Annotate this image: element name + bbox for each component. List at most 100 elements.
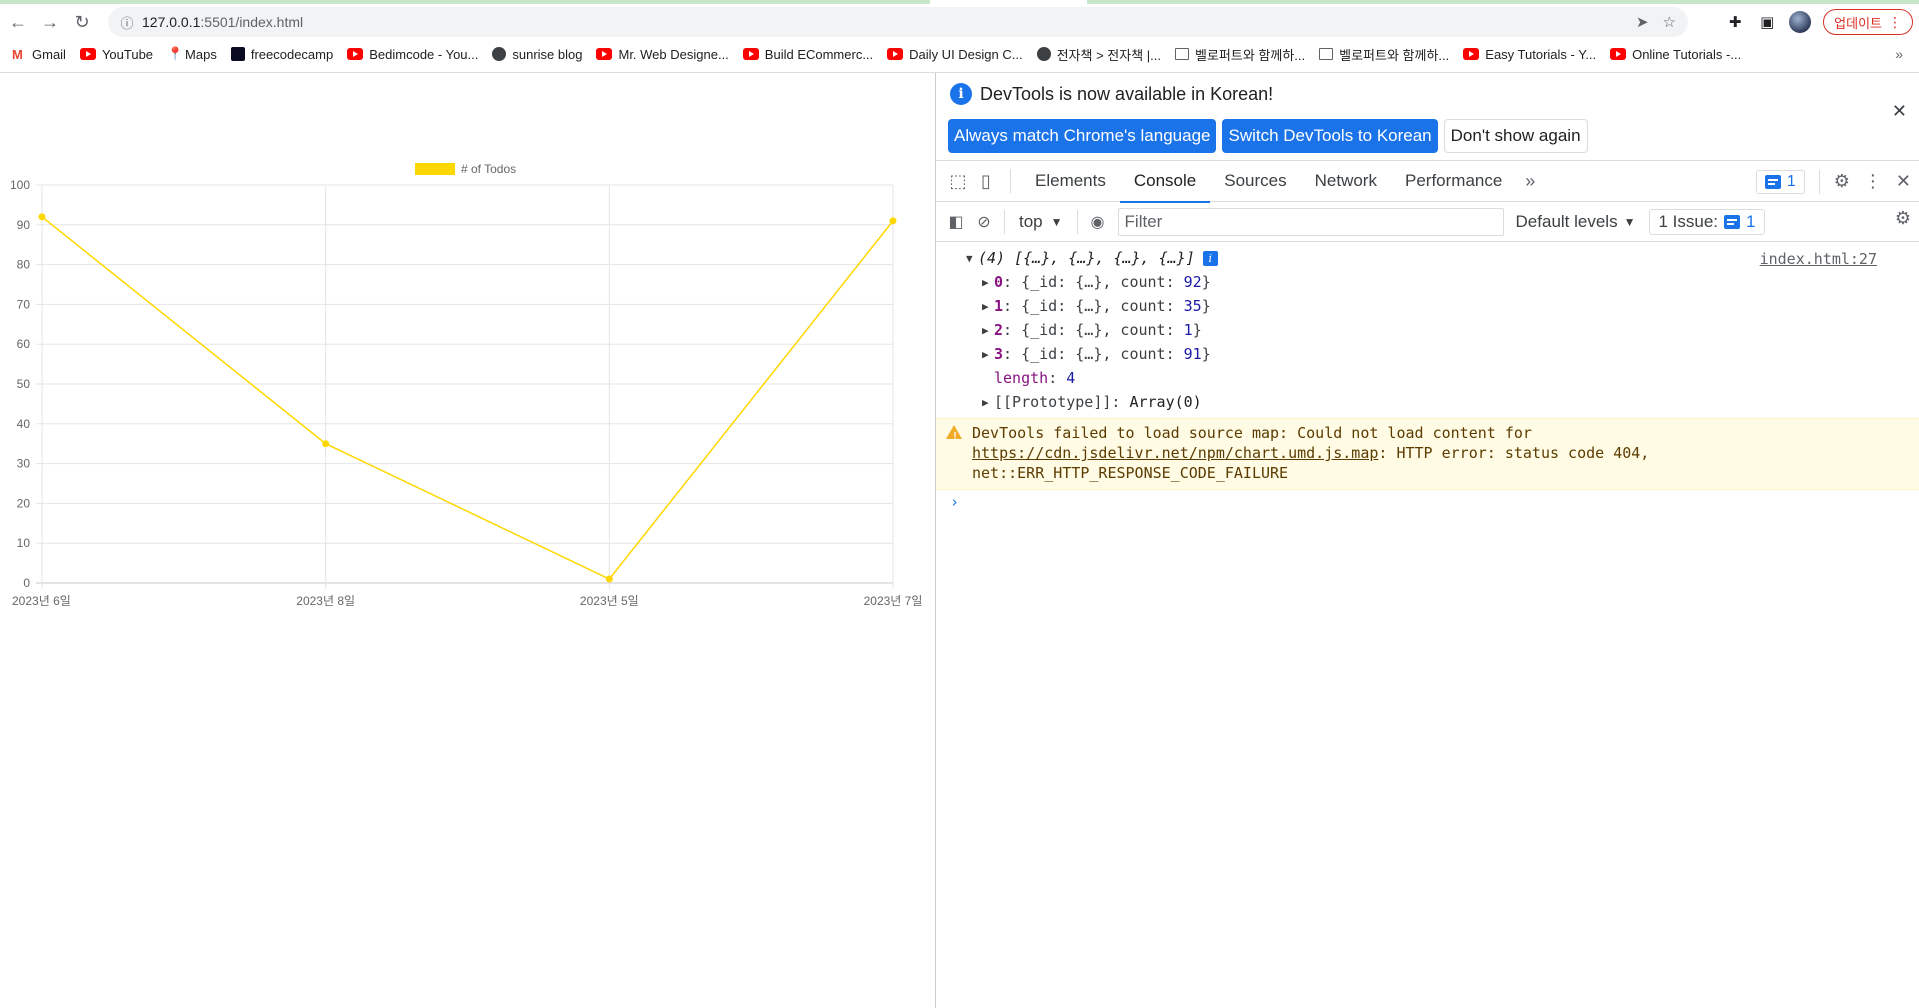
- issues-badge[interactable]: 1: [1755, 169, 1805, 194]
- freecodecamp-icon: [230, 47, 245, 61]
- prototype-row[interactable]: ▶ [[Prototype]]: Array(0): [936, 390, 1919, 414]
- close-devtools-icon[interactable]: ✕: [1896, 171, 1911, 192]
- expand-triangle-icon[interactable]: ▶: [982, 396, 994, 409]
- expand-triangle-icon[interactable]: ▶: [982, 300, 994, 313]
- star-icon[interactable]: ☆: [1663, 13, 1676, 31]
- context-selector[interactable]: top ▼: [1011, 212, 1071, 232]
- console-prompt[interactable]: ›: [936, 490, 1919, 514]
- expand-triangle-icon[interactable]: ▼: [966, 252, 978, 265]
- expand-triangle-icon[interactable]: ▶: [982, 348, 994, 361]
- clear-console-icon[interactable]: ⊘: [970, 208, 998, 236]
- bookmark-item[interactable]: 벨로퍼트와 함께하...: [1175, 45, 1305, 64]
- array-entry-row[interactable]: ▶ 2: {_id: {…}, count: 1}: [936, 318, 1919, 342]
- console-toolbar: ◧ ⊘ top ▼ ◉ Filter Default levels ▼ 1 Issu…: [936, 202, 1919, 242]
- devtools-tabs: ⬚ ▯ Elements Console Sources Network Perform…: [936, 161, 1919, 203]
- youtube-icon: [1610, 48, 1627, 60]
- kebab-menu-icon[interactable]: ⋮: [1864, 171, 1882, 192]
- array-entry-row[interactable]: ▶ 3: {_id: {…}, count: 91}: [936, 342, 1919, 366]
- side-panel-icon[interactable]: ▣: [1757, 12, 1777, 32]
- series-line: [41, 216, 894, 580]
- x-tick-label: 2023년 8일: [296, 594, 355, 608]
- y-tick-label: 80: [17, 258, 31, 272]
- data-point[interactable]: [605, 575, 613, 583]
- bookmark-label: YouTube: [101, 46, 154, 62]
- bookmark-label: Gmail: [32, 46, 66, 62]
- maps-icon: 📍: [167, 46, 184, 61]
- data-point[interactable]: [38, 213, 46, 221]
- youtube-icon: [347, 48, 364, 60]
- tab-elements[interactable]: Elements: [1021, 161, 1120, 202]
- settings-gear-icon[interactable]: ⚙: [1834, 171, 1850, 192]
- reload-icon[interactable]: ↻: [68, 8, 96, 36]
- more-tabs-icon[interactable]: »: [1516, 167, 1544, 195]
- y-tick-label: 100: [10, 178, 30, 192]
- gmail-icon: M: [12, 46, 23, 62]
- back-arrow-icon[interactable]: ←: [4, 8, 32, 36]
- bookmark-item[interactable]: M Gmail: [12, 47, 66, 62]
- message-icon: [1764, 174, 1781, 189]
- legend-label[interactable]: # of Todos: [461, 162, 516, 176]
- bookmark-item[interactable]: YouTube: [79, 46, 154, 62]
- forward-arrow-icon[interactable]: →: [36, 8, 64, 36]
- bookmark-item[interactable]: Mr. Web Designe...: [596, 47, 729, 62]
- bookmark-item[interactable]: Daily UI Design C...: [887, 47, 1023, 62]
- bookmark-label: sunrise blog: [512, 46, 583, 62]
- bookmark-label: Maps: [185, 46, 217, 62]
- tab-sources[interactable]: Sources: [1210, 161, 1300, 202]
- y-tick-label: 30: [17, 457, 31, 471]
- bookmark-item[interactable]: freecodecamp: [230, 47, 333, 62]
- dont-show-again-button[interactable]: Don't show again: [1443, 119, 1588, 153]
- bookmark-label: 벨로퍼트와 함께하...: [1195, 47, 1306, 63]
- tab-console[interactable]: Console: [1119, 161, 1211, 203]
- tab-network[interactable]: Network: [1301, 161, 1391, 202]
- bookmark-item[interactable]: Online Tutorials -...: [1610, 47, 1741, 62]
- legend-swatch[interactable]: [415, 163, 455, 175]
- filter-input[interactable]: Filter: [1117, 207, 1504, 236]
- bookmark-item[interactable]: Easy Tutorials - Y...: [1463, 47, 1596, 62]
- console-output: ▼ (4) [{…}, {…}, {…}, {…}] i index.html:…: [936, 246, 1919, 514]
- inspect-element-icon[interactable]: ⬚: [944, 167, 972, 195]
- language-infobar: i DevTools is now available in Korean! A…: [936, 73, 1919, 161]
- device-toolbar-icon[interactable]: ▯: [972, 167, 1000, 195]
- array-entry-row[interactable]: ▶ 1: {_id: {…}, count: 35}: [936, 294, 1919, 318]
- youtube-icon: [1463, 48, 1480, 60]
- bookmark-item[interactable]: 벨로퍼트와 함께하...: [1319, 45, 1449, 64]
- bookmark-label: Easy Tutorials - Y...: [1485, 46, 1597, 62]
- sidebar-toggle-icon[interactable]: ◧: [942, 208, 970, 236]
- bookmark-item[interactable]: Bedimcode - You...: [347, 47, 478, 62]
- address-bar[interactable]: ⓘ 127.0.0.1:5501/index.html ➤ ☆: [108, 7, 1688, 37]
- switch-to-korean-button[interactable]: Switch DevTools to Korean: [1222, 119, 1438, 153]
- update-button[interactable]: 업데이트 ⋮: [1823, 9, 1913, 35]
- console-settings-gear-icon[interactable]: ⚙: [1895, 208, 1911, 229]
- url-text[interactable]: 127.0.0.1:5501/index.html: [142, 14, 303, 30]
- source-link[interactable]: index.html:27: [1760, 250, 1877, 268]
- bookmark-item[interactable]: sunrise blog: [492, 47, 582, 62]
- y-tick-label: 40: [17, 417, 31, 431]
- issues-counter[interactable]: 1 Issue: 1: [1649, 208, 1765, 235]
- extensions-puzzle-icon[interactable]: ✚: [1725, 12, 1745, 32]
- live-expression-eye-icon[interactable]: ◉: [1084, 208, 1112, 236]
- bookmarks-overflow-icon[interactable]: »: [1895, 42, 1903, 66]
- bookmark-item[interactable]: 📍 Maps: [167, 46, 217, 62]
- bookmark-item[interactable]: 전자책 > 전자책 |...: [1036, 45, 1161, 64]
- send-icon[interactable]: ➤: [1636, 13, 1649, 31]
- log-levels-dropdown[interactable]: Default levels ▼: [1516, 212, 1636, 232]
- globe-icon: [1036, 47, 1051, 61]
- expand-triangle-icon[interactable]: ▶: [982, 276, 994, 289]
- always-match-language-button[interactable]: Always match Chrome's language: [948, 119, 1217, 153]
- expand-triangle-icon[interactable]: ▶: [982, 324, 994, 337]
- dropdown-arrow-icon: ▼: [1050, 214, 1063, 229]
- data-point[interactable]: [889, 217, 897, 225]
- source-map-link[interactable]: https://cdn.jsdelivr.net/npm/chart.umd.j…: [972, 444, 1378, 462]
- y-tick-label: 90: [17, 218, 31, 232]
- y-tick-label: 60: [17, 337, 31, 351]
- tab-performance[interactable]: Performance: [1391, 161, 1516, 202]
- array-entry-row[interactable]: ▶ 0: {_id: {…}, count: 92}: [936, 270, 1919, 294]
- close-infobar-icon[interactable]: ✕: [1892, 101, 1907, 122]
- bookmark-label: Bedimcode - You...: [369, 46, 479, 62]
- data-point[interactable]: [322, 440, 330, 448]
- log-summary-row[interactable]: ▼ (4) [{…}, {…}, {…}, {…}] i index.html:…: [936, 246, 1919, 270]
- site-info-icon[interactable]: ⓘ: [112, 13, 142, 32]
- bookmark-item[interactable]: Build ECommerc...: [742, 47, 873, 62]
- profile-avatar[interactable]: [1789, 11, 1812, 33]
